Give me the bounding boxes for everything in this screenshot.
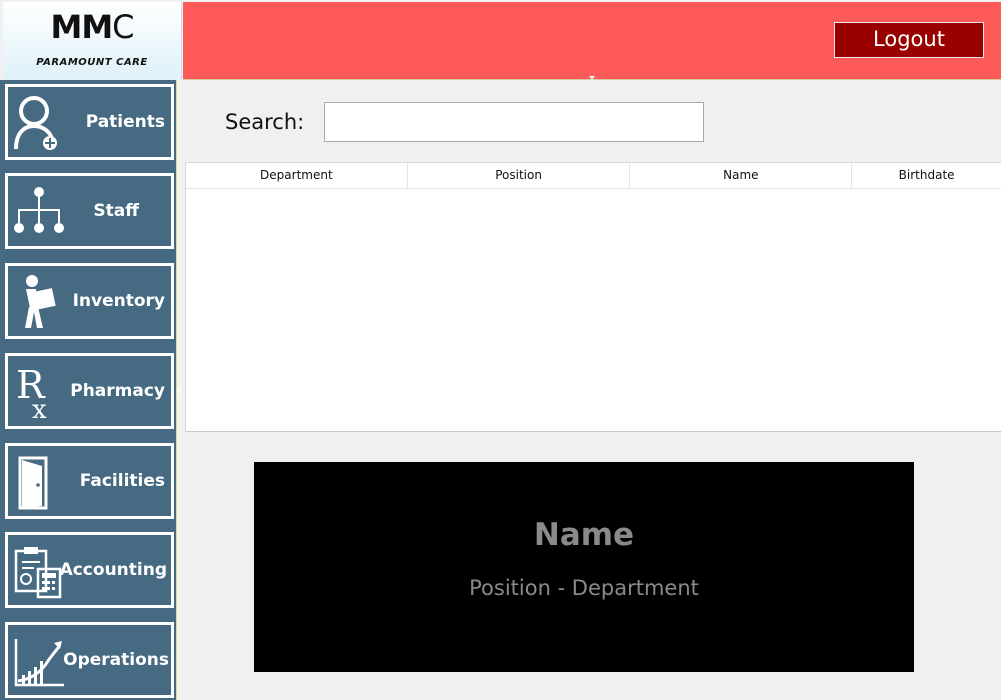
logo-mark: MMC: [3, 8, 181, 46]
app-window: MMC PARAMOUNT CARE Logout Patients Staff…: [0, 0, 1001, 700]
logout-button[interactable]: Logout: [834, 22, 984, 58]
staff-table[interactable]: Department Position Name Birthdate: [185, 162, 1001, 432]
sidebar-item-label: Facilities: [79, 471, 165, 491]
logo-mark-bold: MM: [50, 8, 113, 46]
search-input[interactable]: [324, 102, 704, 142]
svg-text:x: x: [32, 395, 47, 420]
column-header-name[interactable]: Name: [630, 163, 853, 188]
org-chart-icon: [14, 187, 64, 233]
sidebar-item-label: Operations: [63, 650, 169, 670]
calculator-clipboard-icon: [14, 547, 62, 599]
sidebar-item-accounting[interactable]: Accounting: [5, 532, 174, 608]
rx-icon: R x: [16, 363, 47, 420]
table-header: Department Position Name Birthdate: [186, 163, 1001, 189]
logo: MMC PARAMOUNT CARE: [3, 2, 182, 80]
sidebar-item-label: Inventory: [72, 291, 165, 311]
sidebar-item-facilities[interactable]: Facilities: [5, 443, 174, 519]
column-header-position[interactable]: Position: [408, 163, 631, 188]
sidebar-item-inventory[interactable]: Inventory: [5, 263, 174, 339]
logo-mark-thin: C: [112, 8, 134, 46]
search-label: Search:: [225, 110, 305, 134]
sidebar-item-pharmacy[interactable]: R x Pharmacy: [5, 353, 174, 429]
column-header-department[interactable]: Department: [186, 163, 408, 188]
column-header-birthdate[interactable]: Birthdate: [852, 163, 1001, 188]
logo-subtitle: PARAMOUNT CARE: [36, 57, 148, 68]
header-bar: Logout: [183, 2, 1001, 80]
sidebar-item-staff[interactable]: Staff: [5, 173, 174, 249]
person-carrying-box-icon: [25, 275, 56, 328]
sidebar-item-label: Staff: [93, 201, 139, 221]
header-resize-handle: [589, 76, 595, 80]
sidebar-item-label: Patients: [85, 112, 165, 132]
sidebar-item-label: Accounting: [59, 560, 167, 580]
sidebar-collapse-handle[interactable]: [177, 388, 181, 394]
patient-icon: [14, 96, 57, 150]
sidebar-item-patients[interactable]: Patients: [5, 84, 174, 160]
profile-name: Name: [533, 517, 635, 553]
sidebar-item-operations[interactable]: Operations: [5, 622, 174, 698]
sidebar-item-label: Pharmacy: [70, 381, 165, 401]
growth-chart-icon: [14, 639, 64, 687]
profile-card: Name Position - Department: [254, 462, 914, 672]
profile-position-department: Position - Department: [469, 576, 699, 600]
door-icon: [18, 456, 48, 510]
